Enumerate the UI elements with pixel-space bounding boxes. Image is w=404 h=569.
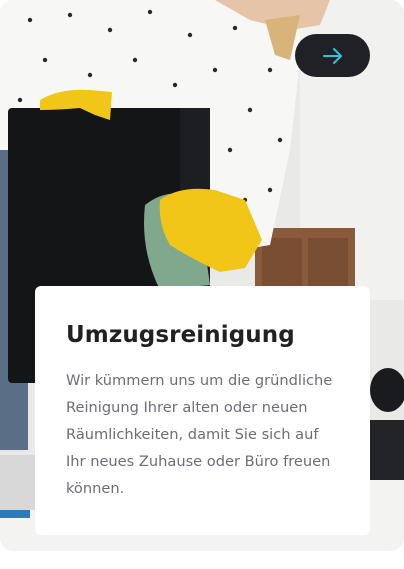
service-info-box: Umzugsreinigung Wir kümmern uns um die g… [35, 286, 370, 535]
next-arrow-button[interactable] [295, 34, 370, 77]
service-card[interactable]: Umzugsreinigung Wir kümmern uns um die g… [0, 0, 404, 551]
service-description: Wir kümmern uns um die gründliche Reinig… [66, 372, 333, 497]
arrow-right-icon [322, 47, 342, 64]
service-title: Umzugsreinigung [66, 322, 295, 348]
